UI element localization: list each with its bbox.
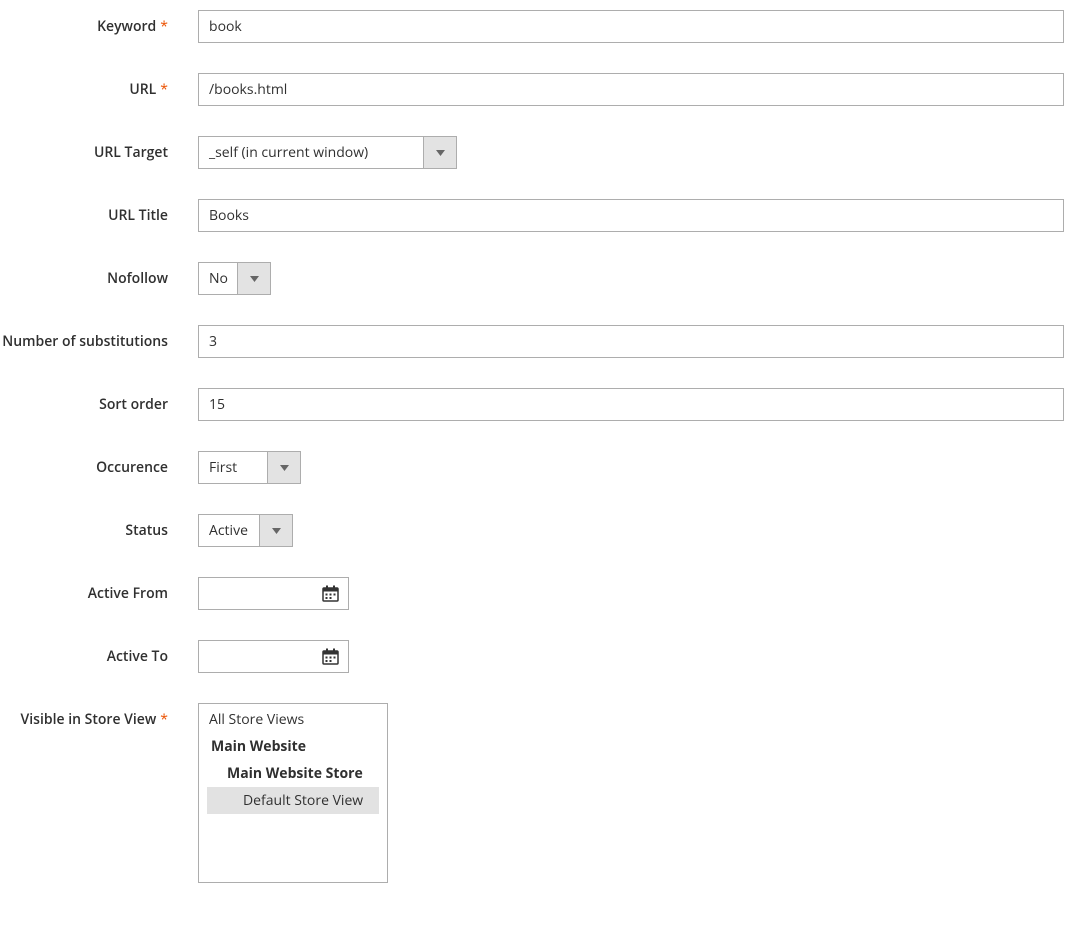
sort-order-input[interactable] [198, 388, 1064, 421]
field-occurrence: First [198, 451, 1068, 484]
field-url [198, 73, 1068, 106]
occurrence-value: First [199, 452, 267, 483]
required-star: * [160, 17, 168, 36]
store-option-all[interactable]: All Store Views [199, 704, 387, 733]
label-keyword: Keyword* [0, 10, 198, 36]
label-url: URL* [0, 73, 198, 99]
required-star: * [160, 80, 168, 99]
label-sort-order: Sort order [0, 388, 198, 414]
occurrence-select[interactable]: First [198, 451, 301, 484]
row-status: Status Active [0, 514, 1068, 547]
status-value: Active [199, 515, 259, 546]
row-url: URL* [0, 73, 1068, 106]
field-visible-in: All Store Views Main Website Main Websit… [198, 703, 1068, 883]
label-nofollow-text: Nofollow [107, 269, 168, 288]
field-sort-order [198, 388, 1068, 421]
chevron-down-icon [267, 452, 300, 483]
num-subs-input[interactable] [198, 325, 1064, 358]
url-input[interactable] [198, 73, 1064, 106]
label-status: Status [0, 514, 198, 540]
store-option-view-selected[interactable]: Default Store View [207, 787, 379, 814]
row-num-subs: Number of substitutions [0, 325, 1068, 358]
label-url-text: URL [129, 80, 156, 99]
label-occurrence: Occurence [0, 451, 198, 477]
nofollow-value: No [199, 263, 237, 294]
required-star: * [160, 710, 168, 729]
active-to-date[interactable] [198, 640, 349, 673]
label-url-title: URL Title [0, 199, 198, 225]
store-option-website[interactable]: Main Website [199, 733, 387, 760]
label-num-subs-text: Number of substitutions [2, 332, 168, 351]
label-occurrence-text: Occurence [96, 458, 168, 477]
label-url-target-text: URL Target [94, 143, 168, 162]
label-active-to-text: Active To [107, 647, 168, 666]
calendar-icon[interactable] [312, 641, 348, 672]
field-num-subs [198, 325, 1068, 358]
row-active-from: Active From [0, 577, 1068, 610]
url-target-value: _self (in current window) [199, 137, 423, 168]
row-keyword: Keyword* [0, 10, 1068, 43]
label-num-subs: Number of substitutions [0, 325, 198, 351]
field-url-target: _self (in current window) [198, 136, 1068, 169]
label-url-target: URL Target [0, 136, 198, 162]
active-from-input[interactable] [199, 578, 312, 609]
row-occurrence: Occurence First [0, 451, 1068, 484]
field-keyword [198, 10, 1068, 43]
url-title-input[interactable] [198, 199, 1064, 232]
row-active-to: Active To [0, 640, 1068, 673]
store-option-store[interactable]: Main Website Store [199, 760, 387, 787]
row-sort-order: Sort order [0, 388, 1068, 421]
field-url-title [198, 199, 1068, 232]
label-active-from-text: Active From [88, 584, 168, 603]
field-nofollow: No [198, 262, 1068, 295]
chevron-down-icon [259, 515, 292, 546]
active-to-input[interactable] [199, 641, 312, 672]
field-active-to [198, 640, 1068, 673]
field-active-from [198, 577, 1068, 610]
label-visible-in: Visible in Store View* [0, 703, 198, 729]
active-from-date[interactable] [198, 577, 349, 610]
label-visible-in-text: Visible in Store View [21, 710, 157, 729]
nofollow-select[interactable]: No [198, 262, 271, 295]
label-status-text: Status [125, 521, 168, 540]
chevron-down-icon [237, 263, 270, 294]
calendar-icon[interactable] [312, 578, 348, 609]
row-url-title: URL Title [0, 199, 1068, 232]
label-active-from: Active From [0, 577, 198, 603]
label-active-to: Active To [0, 640, 198, 666]
field-status: Active [198, 514, 1068, 547]
label-sort-order-text: Sort order [99, 395, 168, 414]
url-target-select[interactable]: _self (in current window) [198, 136, 457, 169]
row-url-target: URL Target _self (in current window) [0, 136, 1068, 169]
store-view-select[interactable]: All Store Views Main Website Main Websit… [198, 703, 388, 883]
row-visible-in: Visible in Store View* All Store Views M… [0, 703, 1068, 883]
status-select[interactable]: Active [198, 514, 293, 547]
chevron-down-icon [423, 137, 456, 168]
label-url-title-text: URL Title [108, 206, 168, 225]
label-keyword-text: Keyword [97, 17, 156, 36]
row-nofollow: Nofollow No [0, 262, 1068, 295]
label-nofollow: Nofollow [0, 262, 198, 288]
keyword-input[interactable] [198, 10, 1064, 43]
